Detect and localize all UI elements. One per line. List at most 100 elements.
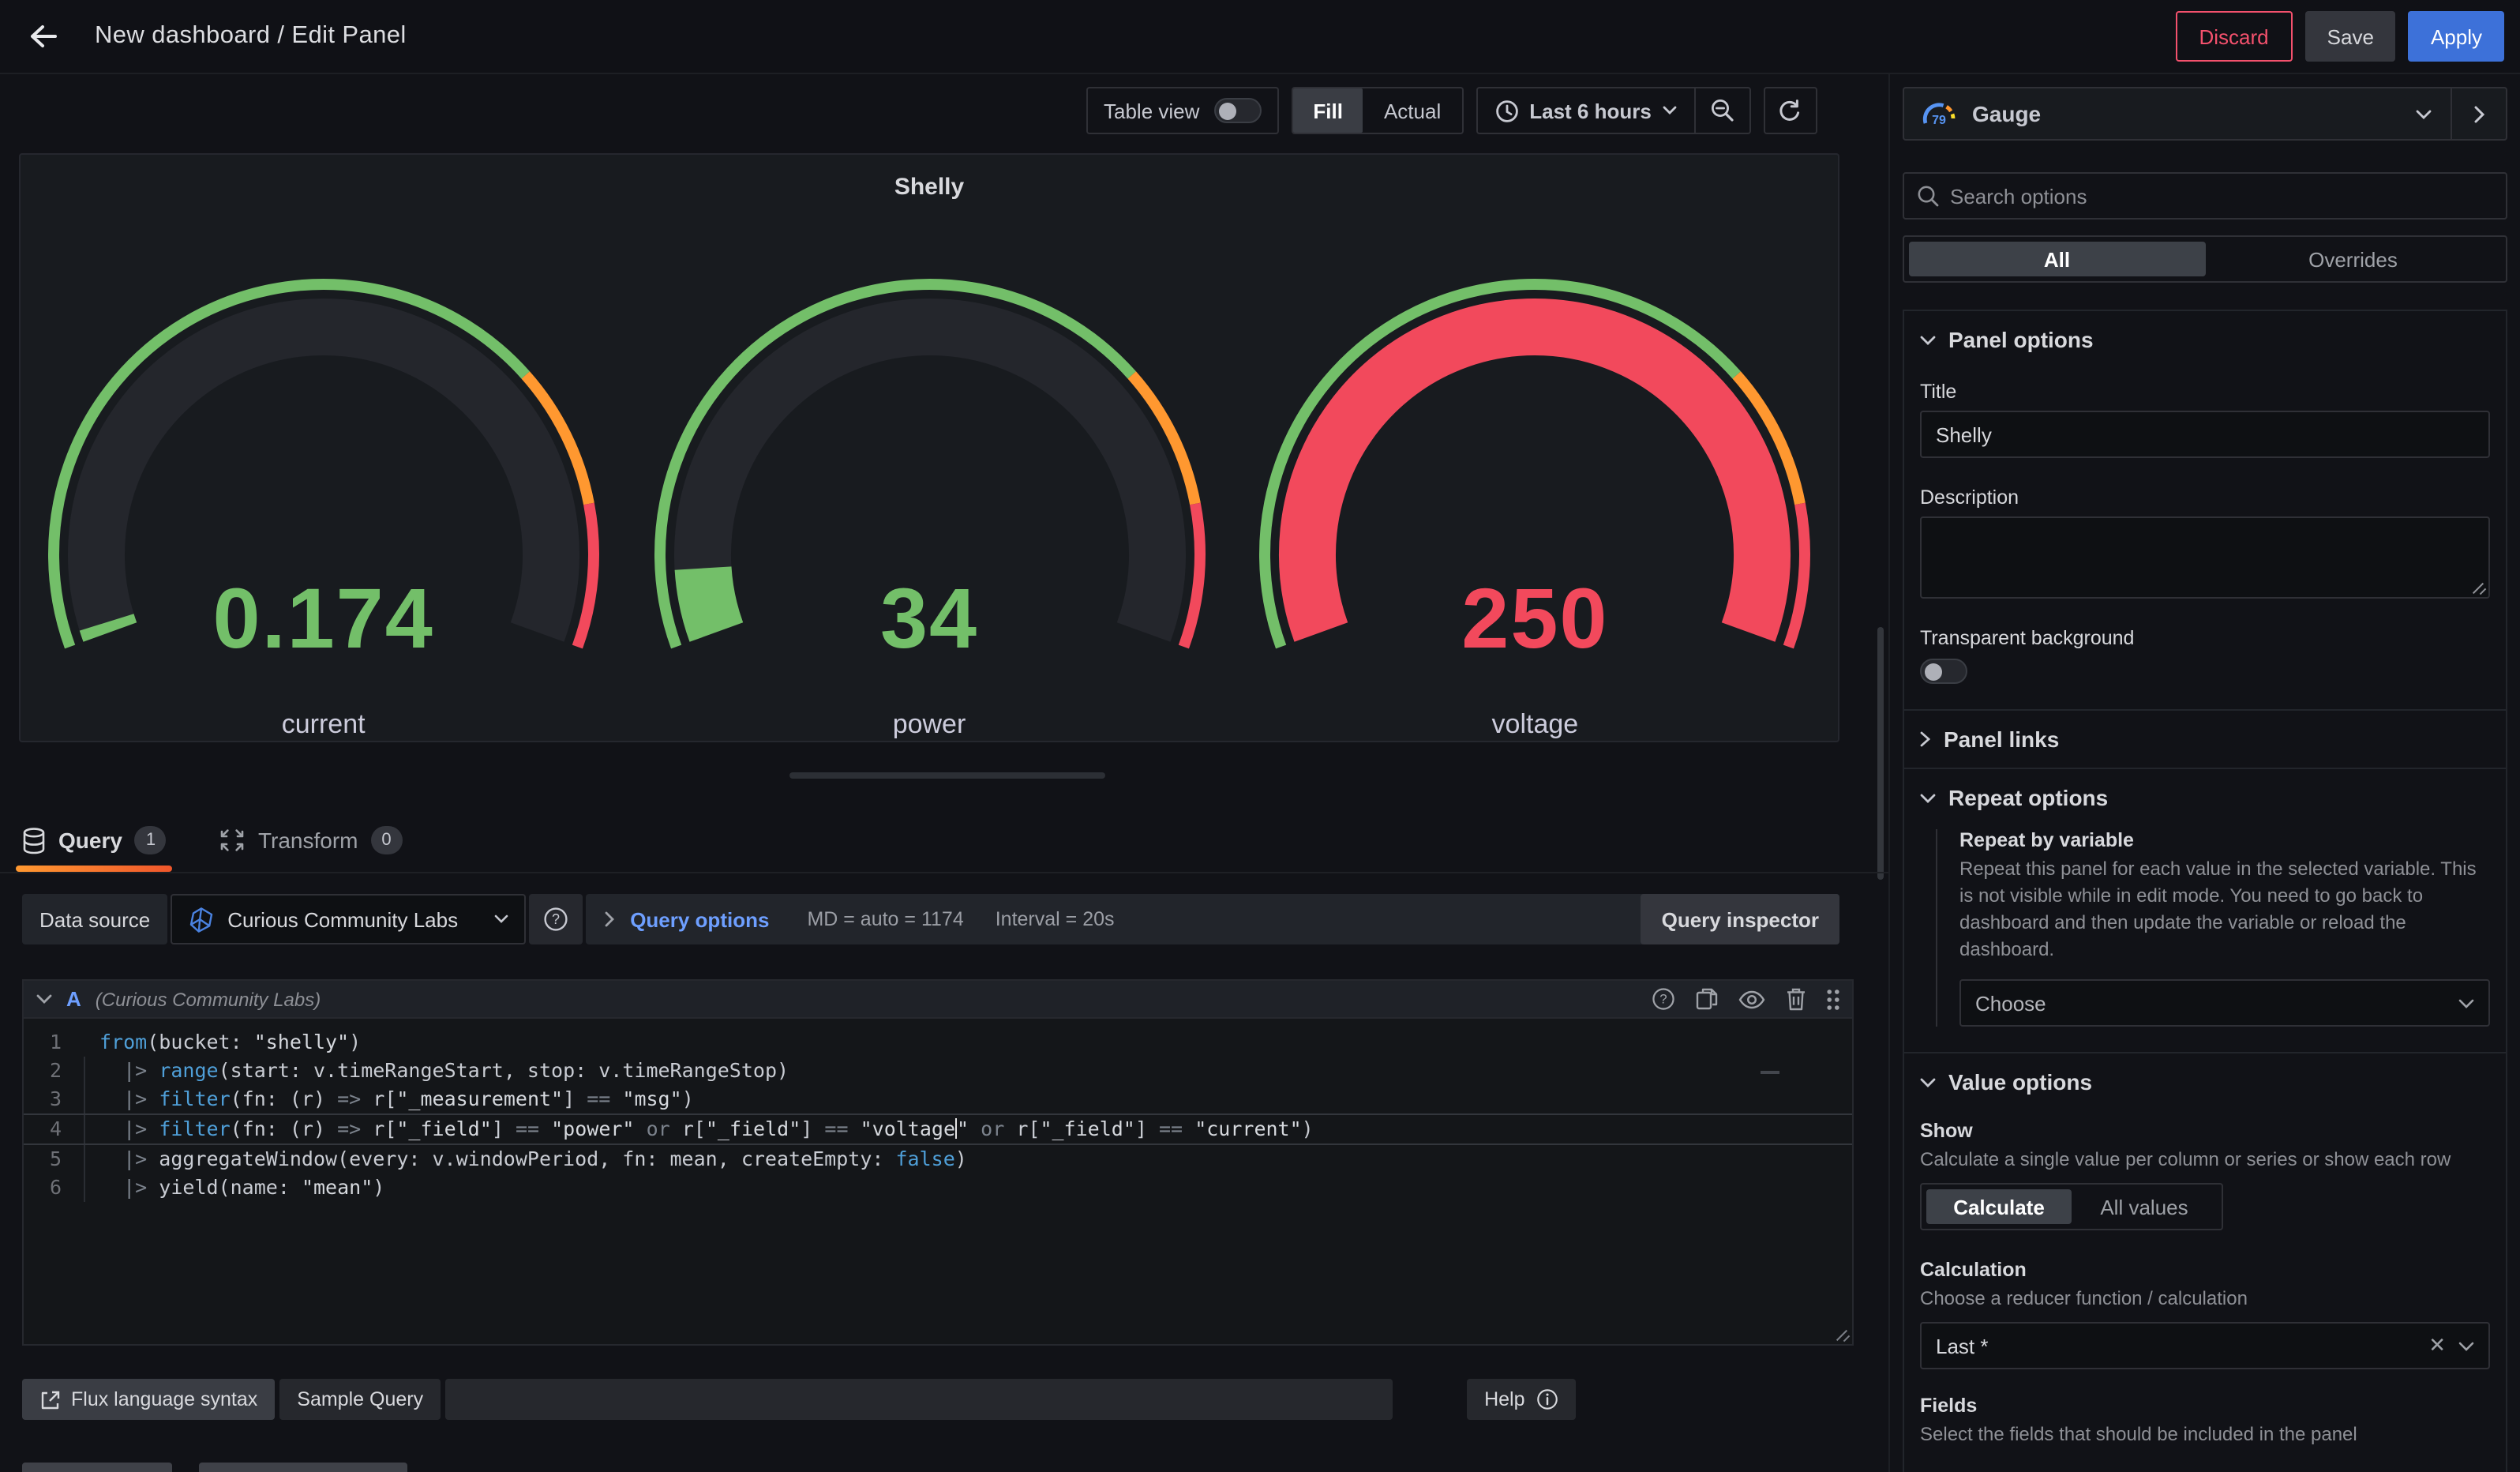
- datasource-picker[interactable]: Curious Community Labs: [171, 894, 526, 944]
- interval-text: Interval = 20s: [996, 908, 1115, 930]
- calculation-label: Calculation: [1920, 1259, 2490, 1281]
- title-label: Title: [1920, 381, 2490, 403]
- tab-query-label: Query: [58, 828, 122, 853]
- value-options-header[interactable]: Value options: [1920, 1066, 2490, 1098]
- actual-option[interactable]: Actual: [1363, 88, 1461, 133]
- time-range-label: Last 6 hours: [1529, 99, 1652, 122]
- hide-response-eye-icon[interactable]: [1738, 989, 1765, 1008]
- table-view-toggle[interactable]: [1213, 98, 1261, 123]
- flux-syntax-button[interactable]: Flux language syntax: [22, 1379, 275, 1420]
- back-button[interactable]: [16, 9, 69, 63]
- description-textarea[interactable]: [1920, 516, 2490, 599]
- delete-query-trash-icon[interactable]: [1786, 987, 1806, 1011]
- svg-text:?: ?: [1659, 992, 1667, 1007]
- calculate-option[interactable]: Calculate: [1926, 1189, 2072, 1224]
- query-footer: Flux language syntax Sample Query Help: [22, 1379, 1854, 1420]
- code-line[interactable]: 1from(bucket: "shelly"): [24, 1028, 1852, 1057]
- datasource-name: Curious Community Labs: [227, 907, 458, 931]
- collapse-options-button[interactable]: [2452, 105, 2506, 122]
- panel-title-input[interactable]: [1920, 411, 2490, 458]
- tab-transform-label: Transform: [258, 828, 358, 853]
- tab-overrides[interactable]: Overrides: [2205, 242, 2501, 276]
- table-view-group: Table view: [1086, 87, 1278, 134]
- zoom-out-icon: [1710, 98, 1735, 123]
- query-help-icon[interactable]: ?: [1652, 987, 1675, 1011]
- influxdb-icon: [188, 906, 215, 933]
- code-line[interactable]: 4 |> filter(fn: (r) => r["_field"] == "p…: [24, 1113, 1852, 1145]
- options-search[interactable]: [1903, 172, 2507, 220]
- calculation-value: Last *: [1936, 1334, 1989, 1357]
- fields-help-text: Select the fields that should be include…: [1920, 1421, 2490, 1448]
- query-card: A (Curious Community Labs) ?: [22, 979, 1854, 1420]
- max-datapoints-text: MD = auto = 1174: [807, 908, 963, 930]
- gauge-power: 34 power: [626, 207, 1232, 741]
- options-search-input[interactable]: [1950, 184, 2493, 208]
- back-arrow-icon: [28, 24, 57, 49]
- refresh-button[interactable]: [1764, 87, 1817, 134]
- partial-button[interactable]: [199, 1463, 407, 1472]
- code-line[interactable]: 6 |> yield(name: "mean"): [24, 1173, 1852, 1202]
- clear-icon[interactable]: ✕: [2428, 1333, 2446, 1358]
- show-label: Show: [1920, 1120, 2490, 1142]
- duplicate-query-icon[interactable]: [1696, 987, 1718, 1011]
- viz-selected-label: Gauge: [1972, 101, 2041, 126]
- tab-transform[interactable]: Transform 0: [220, 809, 403, 872]
- code-line[interactable]: 5 |> aggregateWindow(every: v.windowPeri…: [24, 1145, 1852, 1173]
- panel-options-header[interactable]: Panel options: [1920, 324, 2490, 355]
- repeat-options-title: Repeat options: [1948, 785, 2108, 810]
- table-view-label: Table view: [1104, 99, 1199, 122]
- transparent-bg-toggle[interactable]: [1920, 659, 1967, 684]
- editor-splitter-handle[interactable]: [789, 772, 1105, 779]
- svg-text:?: ?: [552, 911, 560, 927]
- section-value-options: Value options Show Calculate a single va…: [1904, 1052, 2506, 1472]
- visualization-picker[interactable]: 79 Gauge: [1903, 87, 2507, 141]
- textarea-resize-grip[interactable]: [2471, 580, 2485, 594]
- gauge-panel[interactable]: Shelly 0.174 current 34 power 250 voltag…: [19, 153, 1839, 742]
- tab-all[interactable]: All: [1909, 242, 2205, 276]
- query-inspector-button[interactable]: Query inspector: [1641, 894, 1839, 944]
- query-options-link[interactable]: Query options: [630, 907, 769, 931]
- save-button[interactable]: Save: [2305, 11, 2396, 62]
- partial-button[interactable]: [22, 1463, 172, 1472]
- section-panel-links: Panel links: [1904, 709, 2506, 768]
- chevron-down-icon: [494, 914, 508, 924]
- code-line[interactable]: 2 |> range(start: v.timeRangeStart, stop…: [24, 1057, 1852, 1085]
- gauge-viz-icon: 79: [1920, 100, 1958, 127]
- main-scrollbar[interactable]: [1877, 627, 1884, 880]
- transform-count-badge: 0: [371, 826, 403, 854]
- gauge-value: 250: [1232, 570, 1838, 668]
- gauge-label: current: [21, 709, 626, 741]
- clock-icon: [1494, 99, 1518, 122]
- time-picker: Last 6 hours: [1476, 87, 1751, 134]
- discard-button[interactable]: Discard: [2176, 11, 2293, 62]
- fill-option[interactable]: Fill: [1292, 88, 1363, 133]
- external-link-icon: [39, 1389, 60, 1410]
- flux-code-editor[interactable]: 1from(bucket: "shelly")2 |> range(start:…: [22, 1017, 1854, 1346]
- description-label: Description: [1920, 486, 2490, 509]
- overview-ruler-mark: [1761, 1071, 1779, 1074]
- apply-button[interactable]: Apply: [2409, 11, 2504, 62]
- section-panel-options: Panel options Title Description Transpar…: [1904, 311, 2506, 709]
- time-range-button[interactable]: Last 6 hours: [1477, 88, 1694, 133]
- database-icon: [22, 827, 46, 854]
- sample-query-button[interactable]: Sample Query: [279, 1379, 441, 1420]
- options-sidebar: 79 Gauge All Overrides: [1888, 74, 2520, 1472]
- repeat-variable-select[interactable]: Choose: [1959, 979, 2490, 1027]
- repeat-options-header[interactable]: Repeat options: [1920, 782, 2490, 813]
- help-button[interactable]: Help: [1467, 1379, 1575, 1420]
- editor-resize-grip[interactable]: [1835, 1327, 1849, 1341]
- active-tab-underline: [16, 866, 173, 872]
- all-values-option[interactable]: All values: [2072, 1189, 2217, 1224]
- gauge-current: 0.174 current: [21, 207, 626, 741]
- datasource-help-button[interactable]: ?: [529, 894, 583, 944]
- options-scroll-area: Panel options Title Description Transpar…: [1903, 310, 2507, 1472]
- panel-links-header[interactable]: Panel links: [1920, 723, 2490, 755]
- code-line[interactable]: 3 |> filter(fn: (r) => r["_measurement"]…: [24, 1085, 1852, 1113]
- tab-query[interactable]: Query 1: [22, 809, 167, 872]
- drag-handle-icon[interactable]: [1827, 988, 1839, 1010]
- collapse-chevron-icon[interactable]: [36, 993, 52, 1004]
- footer-filler: [445, 1379, 1393, 1420]
- calculation-select[interactable]: Last * ✕: [1920, 1322, 2490, 1369]
- zoom-out-button[interactable]: [1696, 88, 1749, 133]
- query-row-header[interactable]: A (Curious Community Labs) ?: [22, 979, 1854, 1017]
